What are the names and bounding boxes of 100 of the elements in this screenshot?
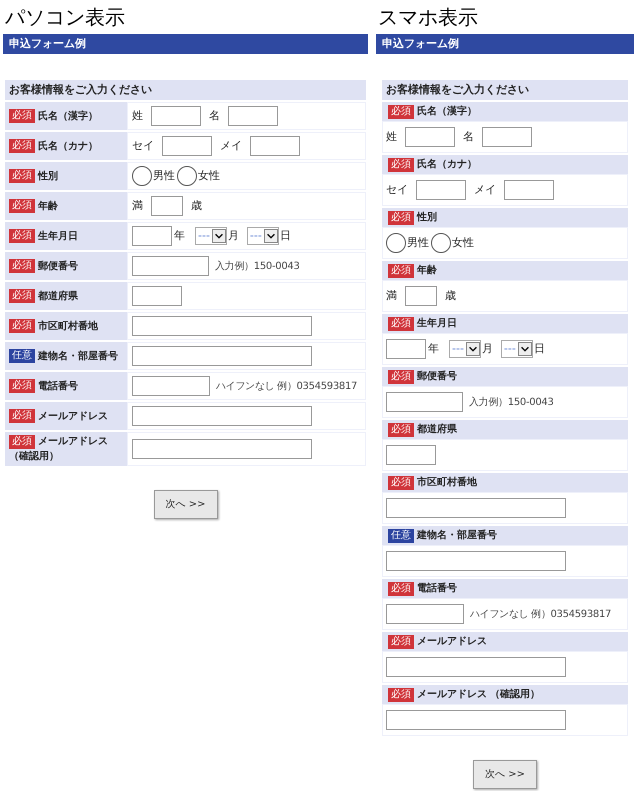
radio-label: 女性: [452, 234, 474, 251]
field-badge: 必須: [388, 634, 414, 648]
text-input[interactable]: [132, 316, 312, 336]
field-suffix: 月: [482, 340, 493, 357]
text-input[interactable]: [151, 106, 201, 126]
text-input[interactable]: [386, 657, 566, 677]
field-badge: 必須: [9, 229, 35, 243]
field-prefix: 名: [463, 128, 474, 145]
field-badge: 必須: [388, 476, 414, 490]
field-badge: 必須: [9, 319, 35, 333]
next-button[interactable]: 次へ >>: [154, 490, 218, 519]
panel-title: パソコン表示: [5, 4, 126, 30]
field-label: 建物名・部屋番号: [417, 528, 497, 543]
field-badge: 必須: [388, 264, 414, 278]
radio-button[interactable]: [431, 233, 451, 253]
field-label: 郵便番号: [38, 260, 78, 274]
field-badge: 必須: [388, 582, 414, 596]
field-badge: 必須: [9, 379, 35, 393]
section-heading: お客様情報をご入力ください: [5, 80, 366, 100]
field-badge: 必須: [9, 109, 35, 123]
text-input[interactable]: [132, 376, 210, 396]
field-badge: 任意: [388, 528, 414, 542]
input-hint: 入力例）150-0043: [469, 396, 554, 410]
field-suffix: 月: [228, 228, 239, 244]
field-label: 電話番号: [38, 380, 78, 394]
radio-button[interactable]: [386, 233, 406, 253]
field-label: メールアドレス: [38, 410, 108, 424]
field-prefix: 名: [209, 108, 220, 124]
text-input[interactable]: [162, 136, 212, 156]
text-input[interactable]: [405, 286, 437, 306]
text-input[interactable]: [132, 286, 182, 306]
field-suffix: 歳: [191, 198, 202, 214]
select-dropdown[interactable]: ---: [449, 340, 481, 358]
select-dropdown[interactable]: ---: [195, 227, 227, 245]
text-input[interactable]: [386, 445, 436, 465]
field-prefix: 姓: [386, 128, 397, 145]
field-badge: 任意: [9, 349, 35, 363]
select-dropdown[interactable]: ---: [500, 340, 533, 358]
text-input[interactable]: [386, 498, 566, 518]
field-label: メールアドレス: [38, 435, 108, 449]
field-label: 電話番号: [417, 582, 457, 596]
text-input[interactable]: [132, 346, 312, 366]
panel-title: スマホ表示: [378, 4, 479, 30]
text-input[interactable]: [405, 127, 455, 147]
field-label: 性別: [417, 210, 437, 225]
field-prefix: 満: [386, 288, 397, 304]
chevron-down-icon: [212, 229, 226, 243]
field-label: 市区町村番地: [417, 475, 477, 490]
text-input[interactable]: [132, 226, 172, 246]
input-hint: ハイフンなし 例）0354593817: [216, 380, 358, 394]
field-prefix: 姓: [132, 108, 143, 124]
field-label: 都道府県: [417, 422, 457, 437]
field-badge: 必須: [9, 409, 35, 423]
text-input[interactable]: [132, 256, 209, 276]
text-input[interactable]: [386, 604, 464, 624]
field-label: 氏名（カナ）: [417, 158, 477, 172]
field-suffix: 日: [534, 340, 545, 357]
next-button[interactable]: 次へ >>: [473, 760, 537, 789]
field-label: 都道府県: [38, 289, 78, 304]
text-input[interactable]: [386, 710, 566, 730]
text-input[interactable]: [386, 392, 463, 412]
field-badge: 必須: [388, 158, 414, 172]
radio-button[interactable]: [177, 166, 197, 186]
text-input[interactable]: [482, 127, 532, 147]
field-label: 性別: [38, 170, 58, 184]
field-prefix: メイ: [220, 138, 242, 154]
text-input[interactable]: [132, 406, 312, 426]
field-label: 市区町村番地: [38, 319, 98, 334]
select-dropdown[interactable]: ---: [246, 227, 279, 245]
input-hint: ハイフンなし 例）0354593817: [470, 608, 612, 622]
field-label: 氏名（カナ）: [38, 140, 98, 154]
field-label: 生年月日: [38, 230, 78, 244]
field-badge: 必須: [9, 289, 35, 303]
form-title-bar: 申込フォーム例: [376, 34, 634, 54]
field-badge: 必須: [388, 370, 414, 384]
input-hint: 入力例）150-0043: [215, 260, 300, 274]
field-prefix: メイ: [474, 182, 496, 198]
field-prefix: セイ: [132, 138, 154, 154]
field-suffix: 歳: [445, 288, 456, 304]
field-label: 氏名（漢字）: [38, 109, 98, 124]
section-heading: お客様情報をご入力ください: [382, 80, 628, 100]
field-label: 年齢: [38, 200, 58, 214]
radio-button[interactable]: [132, 166, 152, 186]
field-label: 氏名（漢字）: [417, 104, 477, 119]
field-badge: 必須: [9, 139, 35, 153]
text-input[interactable]: [386, 339, 426, 359]
text-input[interactable]: [250, 136, 300, 156]
text-input[interactable]: [416, 180, 466, 200]
field-badge: 必須: [388, 104, 414, 118]
text-input[interactable]: [504, 180, 554, 200]
radio-label: 男性: [407, 234, 429, 251]
text-input[interactable]: [228, 106, 278, 126]
field-badge: 必須: [9, 259, 35, 273]
text-input[interactable]: [151, 196, 183, 216]
text-input[interactable]: [386, 551, 566, 571]
field-prefix: セイ: [386, 182, 408, 198]
radio-label: 男性: [153, 168, 175, 184]
chevron-down-icon: [264, 229, 278, 243]
chevron-down-icon: [466, 342, 480, 356]
text-input[interactable]: [132, 439, 312, 459]
